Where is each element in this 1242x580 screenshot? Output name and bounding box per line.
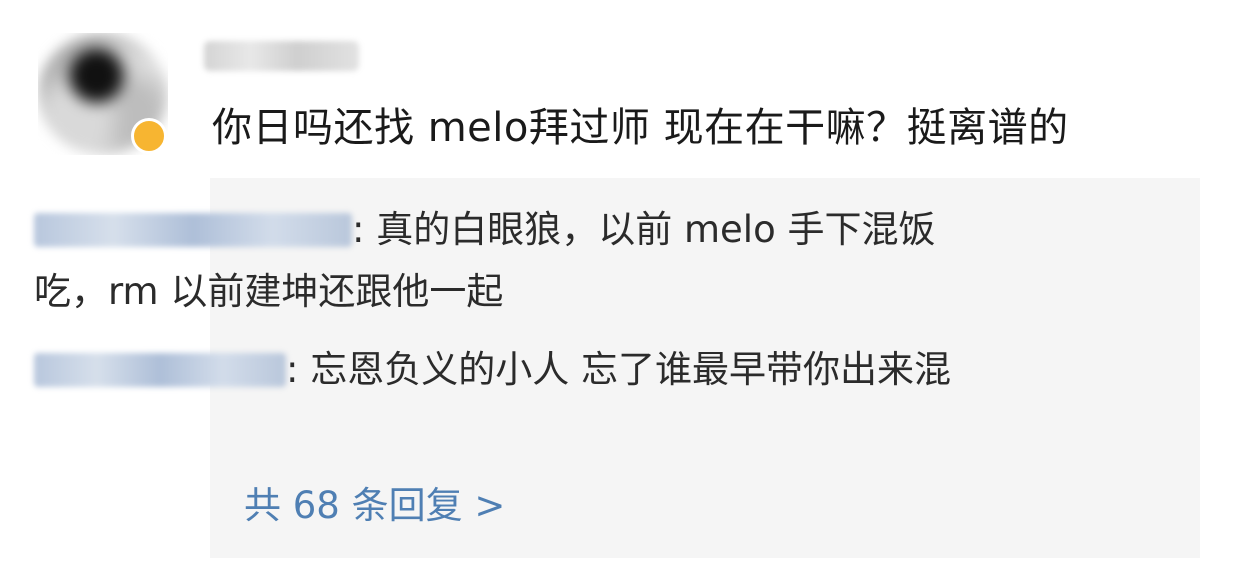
verified-badge-icon — [131, 118, 167, 154]
reply-item[interactable]: : 真的白眼狼，以前 melo 手下混饭吃，rm 以前建坤还跟他一起 — [34, 199, 964, 323]
username-blurred[interactable] — [204, 41, 359, 71]
reply-colon: : — [352, 208, 377, 251]
reply-item[interactable]: : 忘恩负义的小人 忘了谁最早带你出来混 — [34, 339, 964, 401]
comment-text: 你日吗还找 melo拜过师 现在在干嘛？挺离谱的 — [212, 105, 1069, 151]
more-replies-link[interactable]: 共 68 条回复 > — [244, 478, 505, 534]
reply-text: 忘恩负义的小人 忘了谁最早带你出来混 — [310, 348, 951, 391]
reply-author-blurred[interactable] — [34, 212, 352, 247]
reply-colon: : — [286, 348, 311, 391]
reply-author-blurred[interactable] — [34, 352, 286, 387]
comment-card: 你日吗还找 melo拜过师 现在在干嘛？挺离谱的 : 真的白眼狼，以前 melo… — [0, 0, 1242, 580]
